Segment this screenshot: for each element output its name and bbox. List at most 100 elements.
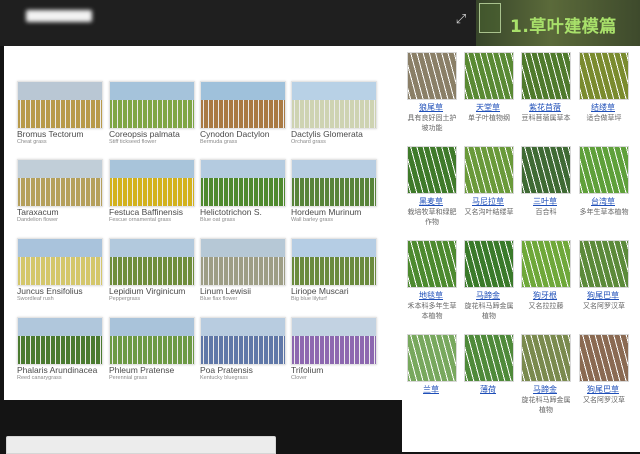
plant-scientific-name: Hordeum Murinum [291,207,362,217]
plant-card[interactable]: Phleum Pratense Perennial grass [109,317,199,383]
plant-photo [17,159,103,207]
plant-photo [109,81,195,129]
grass-description: 豆科苜蓿属草本 [521,115,571,122]
plant-photo-ground [201,178,285,206]
grass-name-link[interactable]: 三叶草 [521,196,569,207]
grass-item[interactable]: 台湾草 多年生草本植物 [579,146,635,240]
plant-card[interactable]: Hordeum Murinum Wall barley grass [291,159,381,225]
plant-photo-ground [201,257,285,285]
plant-card[interactable]: Coreopsis palmata Stiff tickseed flower [109,81,199,147]
grass-name-link[interactable]: 马蹄金 [521,384,569,395]
grass-name-link[interactable]: 狗尾巴草 [579,290,627,301]
grass-name-link[interactable]: 结缕草 [579,102,627,113]
grass-item[interactable]: 紫花苜蓿豆科苜蓿属草本 [521,52,577,146]
grass-name-link[interactable]: 黑麦草 [407,196,455,207]
top-bar: ⤢ 1.草叶建模篇 [0,0,640,46]
plant-photo [200,159,286,207]
grass-name-link[interactable]: 狼尾草 [407,102,455,113]
grass-item[interactable]: 天堂草 单子叶植物纲 [464,52,520,146]
plant-photo-ground [292,336,376,364]
grass-name-link[interactable]: 兰草 [407,384,455,395]
plant-photo-sky [201,239,285,257]
grass-item[interactable]: 黑麦草 栽培牧草和绿肥作物 [407,146,463,240]
plant-card[interactable]: Juncus Ensifolius Swordleaf rush [17,238,107,304]
plant-card[interactable]: Liriope Muscari Big blue lilyturf [291,238,381,304]
grass-name-link[interactable]: 马尼拉草 [464,196,512,207]
grass-name-link[interactable]: 狗尾巴草 [579,384,627,395]
plant-common-name: Perennial grass [109,375,148,381]
banner-title: 1.草叶建模篇 [510,17,617,37]
plant-photo [200,317,286,365]
plant-photo [291,81,377,129]
plant-photo-ground [18,336,102,364]
plant-card[interactable]: Bromus Tectorum Cheat grass [17,81,107,147]
plant-scientific-name: Liriope Muscari [291,286,349,296]
grass-name-link[interactable]: 马蹄金 [464,290,512,301]
plant-scientific-name: Juncus Ensifolius [17,286,83,296]
plant-photo [17,81,103,129]
grass-description: 又名阿罗汉草 [583,303,625,310]
plant-photo-ground [110,100,194,128]
plant-scientific-name: Linum Lewisii [200,286,252,296]
plant-photo-sky [110,318,194,336]
grass-item[interactable]: 狗牙根 又名拉拉藤 [521,240,577,334]
grass-description: 旋花科马蹄金属植物 [464,303,514,320]
grass-description: 适合做草坪 [586,115,622,122]
grass-reference-panel: 狼尾草 具有良好固土护坡功能 天堂草 单子叶植物纲 紫花苜蓿 豆科苜蓿属草本 结缕草 适合做草… [402,46,640,452]
plant-scientific-name: Phleum Pratense [109,365,175,375]
plant-photo-sky [201,160,285,178]
grass-item[interactable]: 薄荷 [464,334,520,428]
plant-scientific-name: Coreopsis palmata [109,129,180,139]
plant-common-name: Wall barley grass [291,217,333,223]
grass-photo [521,334,571,382]
expand-icon[interactable]: ⤢ [454,12,468,26]
plant-photo-ground [18,257,102,285]
plant-common-name: Swordleaf rush [17,296,54,302]
plant-photo-sky [201,82,285,100]
grass-name-link[interactable]: 薄荷 [464,384,512,395]
grass-name-link[interactable]: 天堂草 [464,102,512,113]
plant-common-name: Dandelion flower [17,217,58,223]
grass-item[interactable]: 地毯草 禾本科多年生草本植物 [407,240,463,334]
grass-photo [407,52,457,100]
plant-card[interactable]: Linum Lewisii Blue flax flower [200,238,290,304]
plant-photo-ground [201,100,285,128]
plant-card[interactable]: Taraxacum Dandelion flower [17,159,107,225]
grass-item[interactable]: 马蹄金旋花科马蹄金属植物 [464,240,520,334]
grass-item[interactable]: 马蹄金 旋花科马蹄金属植物 [521,334,577,428]
plant-card[interactable]: Helictotrichon S. Blue oat grass [200,159,290,225]
plant-common-name: Reed canarygrass [17,375,62,381]
plant-card[interactable]: Festuca Baffinensis Fescue ornamental gra… [109,159,199,225]
grass-item[interactable]: 三叶草 百合科 [521,146,577,240]
plant-photo-ground [18,178,102,206]
grass-photo [521,240,571,288]
grass-item[interactable]: 马尼拉草 又名沟叶结缕草 [464,146,520,240]
plant-scientific-name: Trifolium [291,365,324,375]
plant-card[interactable]: Poa Pratensis Kentucky bluegrass [200,317,290,383]
plant-scientific-name: Phalaris Arundinacea [17,365,98,375]
plant-scientific-name: Cynodon Dactylon [200,129,270,139]
grass-item[interactable]: 兰草 [407,334,463,428]
grass-photo [521,146,571,194]
status-bar [6,436,276,454]
plant-card[interactable]: Lepidium Virginicum Peppergrass [109,238,199,304]
grass-item[interactable]: 结缕草 适合做草坪 [579,52,635,146]
grass-photo [464,146,514,194]
grass-name-link[interactable]: 紫花苜蓿 [521,102,569,113]
plant-card[interactable]: Dactylis Glomerata Orchard grass [291,81,381,147]
grass-name-link[interactable]: 台湾草 [579,196,627,207]
plant-card[interactable]: Phalaris Arundinacea Reed canarygrass [17,317,107,383]
grass-item[interactable]: 狼尾草 具有良好固土护坡功能 [407,52,463,146]
plant-photo-ground [110,257,194,285]
grass-item[interactable]: 狗尾巴草又名阿罗汉草 [579,334,635,428]
grass-item[interactable]: 狗尾巴草又名阿罗汉草 [579,240,635,334]
grass-name-link[interactable]: 地毯草 [407,290,455,301]
plant-card[interactable]: Cynodon Dactylon Bermuda grass [200,81,290,147]
grass-description: 又名阿罗汉草 [583,397,625,404]
grass-photo [521,52,571,100]
plant-common-name: Orchard grass [291,139,326,145]
plant-common-name: Kentucky bluegrass [200,375,248,381]
plant-card[interactable]: Trifolium Clover [291,317,381,383]
plant-photo-sky [18,82,102,100]
grass-name-link[interactable]: 狗牙根 [521,290,569,301]
